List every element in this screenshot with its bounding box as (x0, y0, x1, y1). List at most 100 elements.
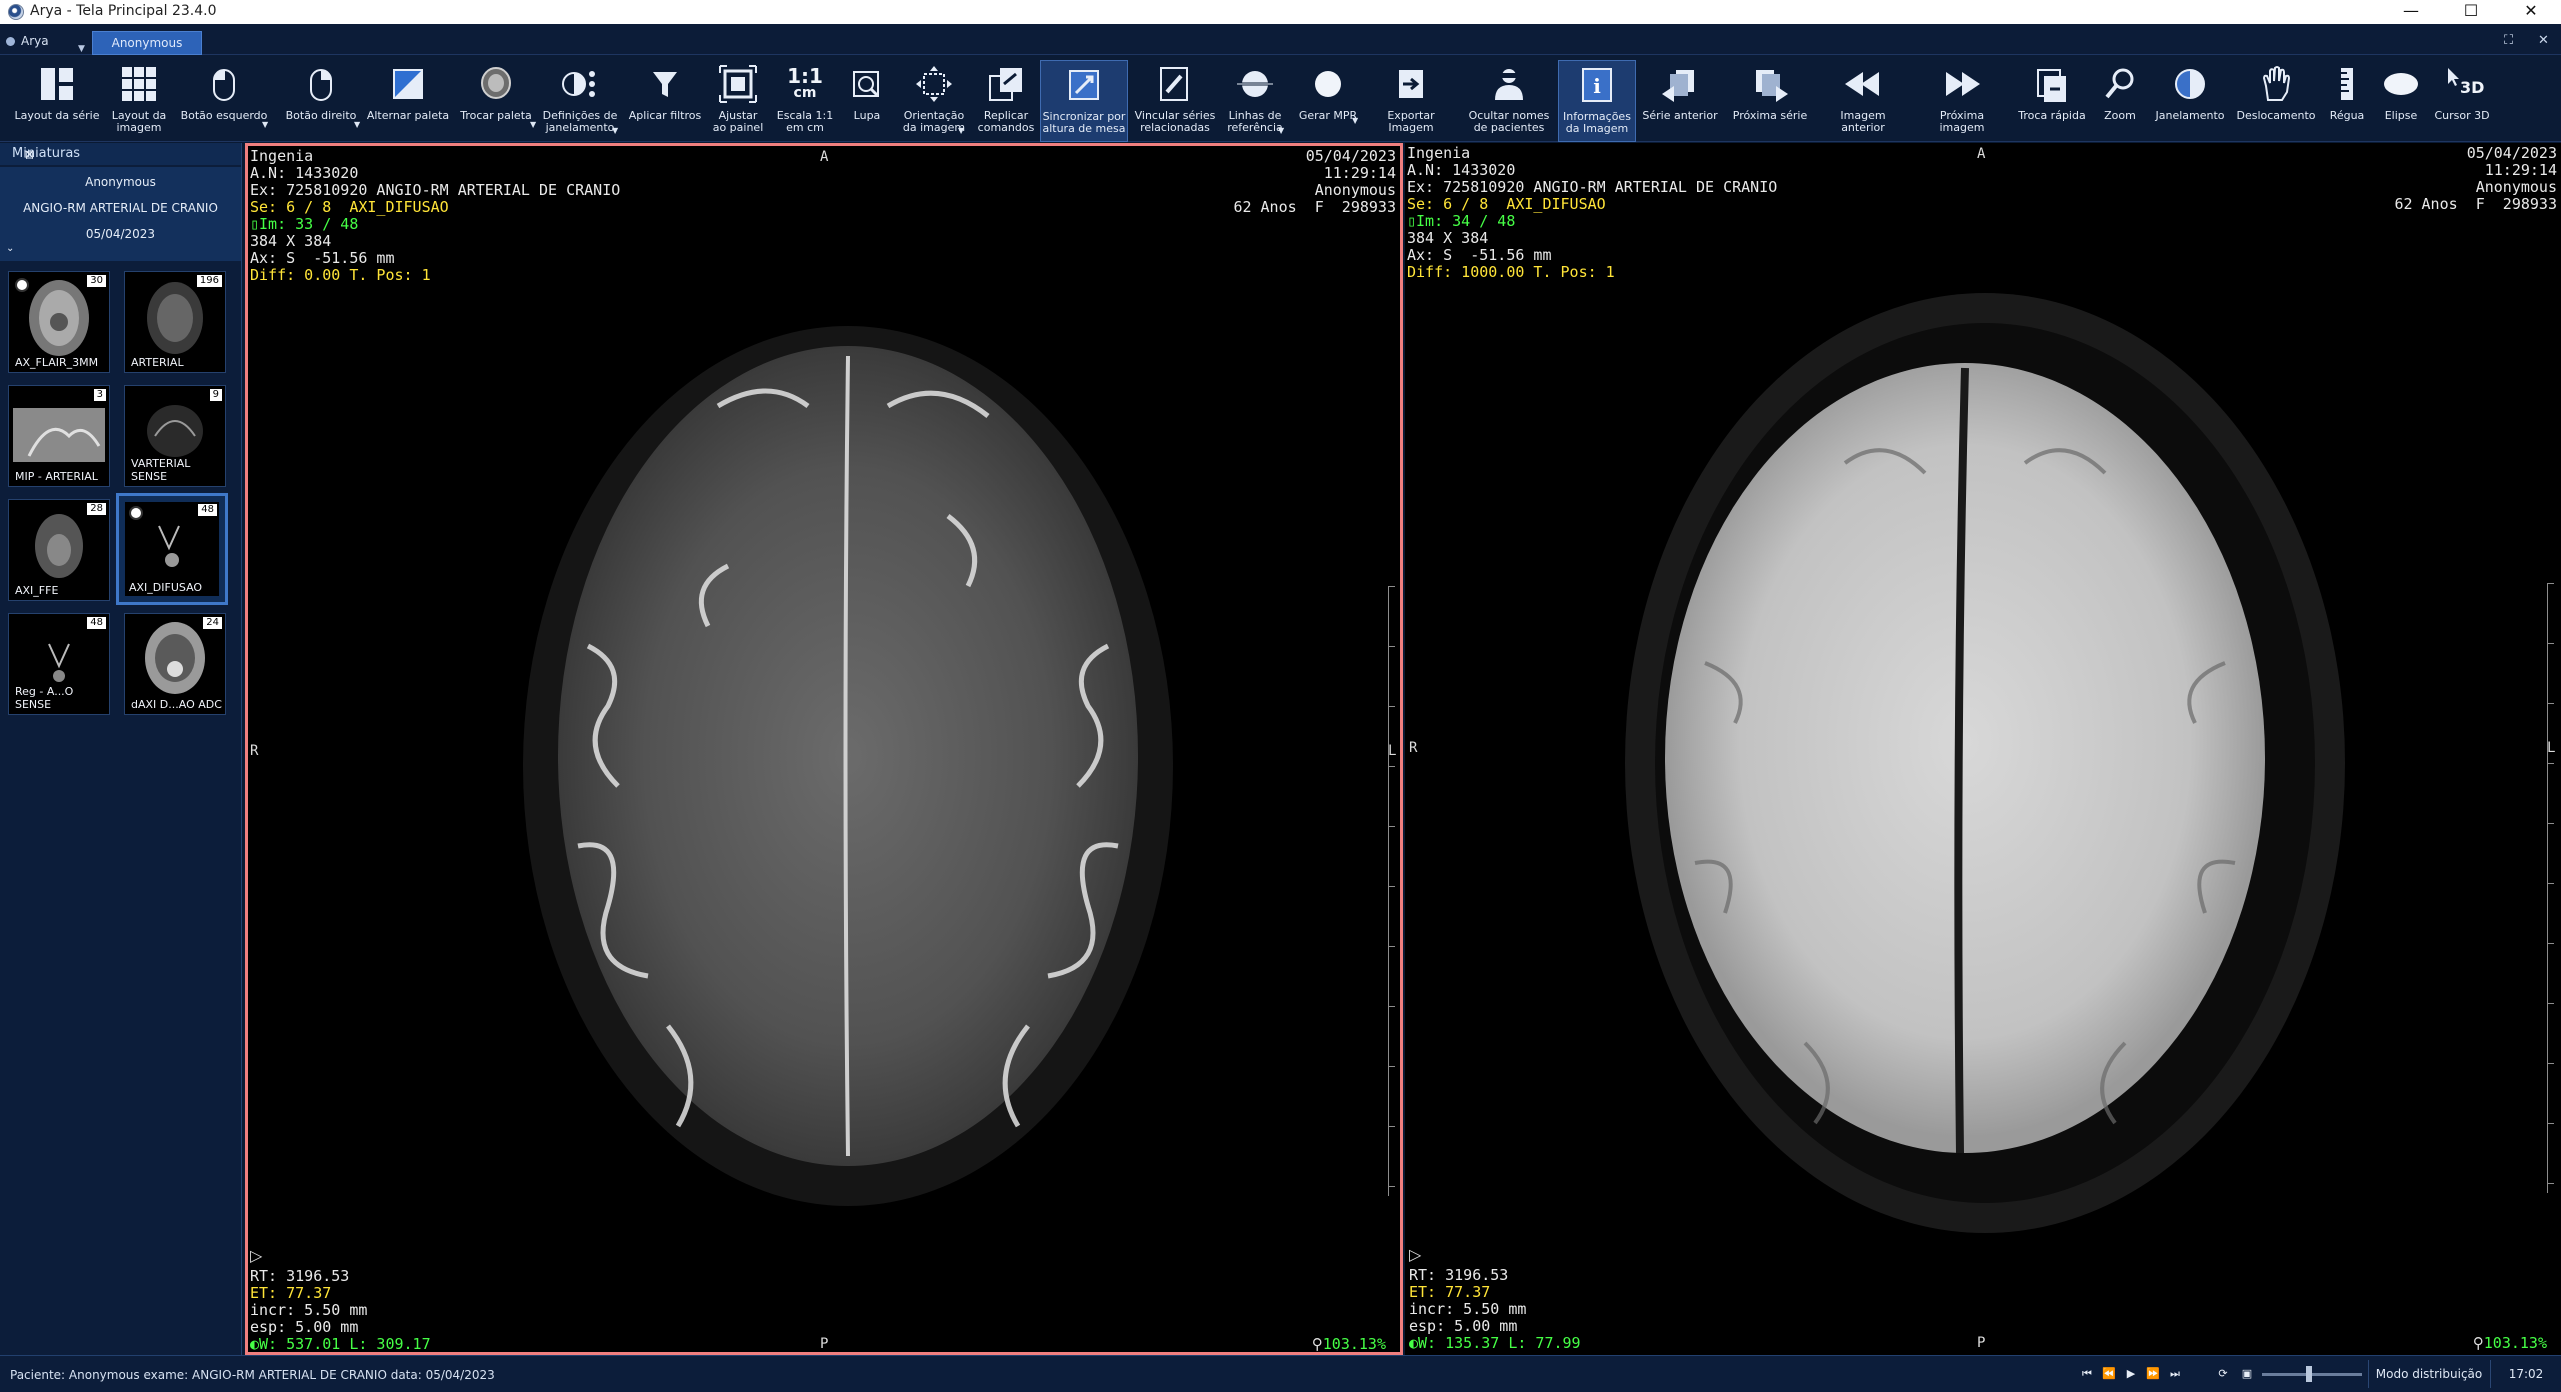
close-button[interactable]: ✕ (2508, 0, 2554, 24)
apply-filters-button[interactable]: Aplicar filtros (626, 60, 704, 140)
play-cine-icon[interactable]: ▷ (250, 1246, 262, 1265)
chevron-down-icon[interactable]: ▼ (958, 126, 964, 135)
app-menu-icon (6, 37, 15, 46)
overlay-increment: incr: 5.50 mm (1409, 1300, 1527, 1318)
export-image-button[interactable]: Exportar Imagem (1366, 60, 1456, 140)
left-button-button[interactable]: Botão esquerdo (178, 60, 270, 140)
scale-button[interactable]: 1:1 cm Escala 1:1 em cm (772, 60, 838, 140)
overlay-accession: A.N: 1433020 (250, 164, 359, 182)
link-series-button[interactable]: Vincular séries relacionadas (1134, 60, 1216, 140)
thumbnail-label: ARTERIAL (131, 356, 184, 369)
next-series-button[interactable]: Próxima série (1728, 60, 1812, 140)
overlay-diffusion: Diff: 0.00 T. Pos: 1 (250, 266, 431, 284)
thumbnail-series[interactable]: 30 AX_FLAIR_3MM (8, 271, 110, 373)
overlay-position: Ax: S -51.56 mm (250, 249, 395, 267)
fit-panel-button[interactable]: Ajustar ao painel (706, 60, 770, 140)
thumbnail-series-selected[interactable]: 48 AXI_DIFUSAO (116, 493, 228, 605)
thumbnail-label: VARTERIAL SENSE (131, 457, 191, 483)
patient-date: 05/04/2023 (85, 227, 156, 241)
chevron-down-icon[interactable]: ▼ (530, 120, 536, 129)
chevron-down-icon[interactable]: ▼ (1278, 126, 1284, 135)
thumbnail-series[interactable]: 48 Reg - A...O SENSE (8, 613, 110, 715)
app-menu[interactable]: Arya ▼ (6, 34, 85, 54)
toolbar-label: Lupa (853, 109, 881, 122)
fullscreen-icon[interactable]: ⛶ (2504, 33, 2513, 48)
overlay-zoom-text: 103.13% (2483, 1334, 2547, 1352)
tab-patient[interactable]: Anonymous (92, 31, 202, 55)
toolbar-label: Régua (2329, 109, 2365, 122)
reference-lines-icon (1235, 64, 1275, 104)
chevron-down-icon[interactable]: ▼ (1352, 116, 1358, 125)
first-image-icon[interactable]: ⏮ (2078, 1365, 2096, 1383)
ellipse-button[interactable]: Elipse (2376, 60, 2426, 140)
thumbnail-series[interactable]: 9 VARTERIAL SENSE (124, 385, 226, 487)
sync-table-height-button[interactable]: Sincronizar por altura de mesa (1040, 60, 1128, 142)
thumbnail-count: 3 (93, 389, 106, 401)
right-button-button[interactable]: Botão direito (276, 60, 366, 140)
previous-series-button[interactable]: Série anterior (1640, 60, 1720, 140)
overlay-series: Se: 6 / 8 AXI_DIFUSAO (1407, 195, 1606, 213)
windowing-settings-button[interactable]: Definições de janelamento (538, 60, 622, 140)
overlay-exam: Ex: 725810920 ANGIO-RM ARTERIAL DE CRANI… (250, 181, 621, 199)
overlay-et: ET: 77.37 (1409, 1283, 1491, 1301)
quick-swap-button[interactable]: Troca rápida (2014, 60, 2090, 140)
change-palette-button[interactable]: Trocar paleta (456, 60, 536, 140)
thumbnails-panel: Miniaturas ⧉ ✕ Anonymous ANGIO-RM ARTERI… (0, 143, 242, 1355)
image-info-button[interactable]: i Informações da Imagem (1558, 60, 1636, 142)
scale-glyph-top: 1:1 (787, 64, 823, 88)
thumbnail-series[interactable]: 196 ARTERIAL (124, 271, 226, 373)
fast-forward-icon[interactable]: ⏩ (2144, 1365, 2162, 1383)
overlay-window-level-text: W: 537.01 L: 309.17 (259, 1335, 431, 1353)
cursor-3d-button[interactable]: 3D Cursor 3D (2430, 60, 2494, 140)
last-image-icon[interactable]: ⏭ (2166, 1365, 2184, 1383)
lock-icon: ▯ (1407, 212, 1417, 230)
thumbnail-series[interactable]: 28 AXI_FFE (8, 499, 110, 601)
rewind-icon[interactable]: ⏪ (2100, 1365, 2118, 1383)
previous-image-button[interactable]: Imagem anterior (1818, 60, 1908, 140)
thumbnail-series[interactable]: 24 dAXI D...AO ADC (124, 613, 226, 715)
maximize-button[interactable]: ☐ (2448, 0, 2494, 24)
chevron-down-icon[interactable]: ⌄ (6, 243, 14, 254)
cine-speed-handle[interactable] (2306, 1366, 2312, 1382)
orientation-left: R (250, 743, 259, 759)
hide-patient-names-button[interactable]: Ocultar nomes de pacientes (1464, 60, 1554, 140)
zoom-button[interactable]: Zoom (2094, 60, 2146, 140)
cine-speed-slider[interactable] (2262, 1373, 2362, 1376)
thumbnail-label: AX_FLAIR_3MM (15, 356, 99, 369)
zoom-icon (2100, 64, 2140, 104)
chevron-down-icon[interactable]: ▼ (354, 120, 360, 129)
overlay-patient: Anonymous (1314, 181, 1396, 199)
play-cine-icon[interactable]: ▷ (1409, 1245, 1421, 1264)
toolbar-label: Botão esquerdo (180, 109, 268, 122)
generate-mpr-button[interactable]: Gerar MPR (1294, 60, 1362, 140)
minimize-button[interactable]: — (2388, 0, 2434, 24)
chevron-down-icon[interactable]: ▼ (262, 120, 268, 129)
thumbnail-count: 28 (87, 503, 106, 515)
viewport-right[interactable]: Ingenia A.N: 1433020 Ex: 725810920 ANGIO… (1405, 143, 2561, 1355)
toggle-palette-button[interactable]: Alternar paleta (366, 60, 450, 140)
close-tab-icon[interactable]: ✕ (2538, 33, 2549, 48)
pan-button[interactable]: Deslocamento (2234, 60, 2318, 140)
layout-image-button[interactable]: Layout da imagem (104, 60, 174, 140)
distribution-mode[interactable]: Modo distribuição (2368, 1360, 2489, 1388)
scale-ruler (1388, 586, 1397, 1196)
cine-settings-icon[interactable]: ▣ (2238, 1365, 2256, 1383)
overlay-image-text: Im: 33 / 48 (259, 215, 359, 233)
lock-icon: ▯ (250, 215, 260, 233)
ruler-button[interactable]: Régua (2322, 60, 2372, 140)
overlay-time: 11:29:14 (2484, 161, 2557, 179)
layout-series-button[interactable]: Layout da série (12, 60, 102, 140)
windowing-button[interactable]: Janelamento (2150, 60, 2230, 140)
thumbnail-series[interactable]: 3 MIP - ARTERIAL (8, 385, 110, 487)
filter-icon (645, 64, 685, 104)
viewport-left[interactable]: Ingenia A.N: 1433020 Ex: 725810920 ANGIO… (245, 143, 1403, 1355)
patient-summary[interactable]: Anonymous ANGIO-RM ARTERIAL DE CRANIO 05… (0, 167, 241, 261)
play-icon[interactable]: ▶ (2122, 1365, 2140, 1383)
magnifier-button[interactable]: Lupa (844, 60, 890, 140)
loop-icon[interactable]: ⟳ (2214, 1365, 2232, 1383)
thumbnail-label: dAXI D...AO ADC (131, 698, 222, 711)
chevron-down-icon[interactable]: ▼ (612, 126, 618, 135)
replicate-commands-button[interactable]: Replicar comandos (974, 60, 1038, 140)
close-panel-icon[interactable]: ✕ (24, 148, 35, 163)
next-image-button[interactable]: Próxima imagem (1916, 60, 2008, 140)
